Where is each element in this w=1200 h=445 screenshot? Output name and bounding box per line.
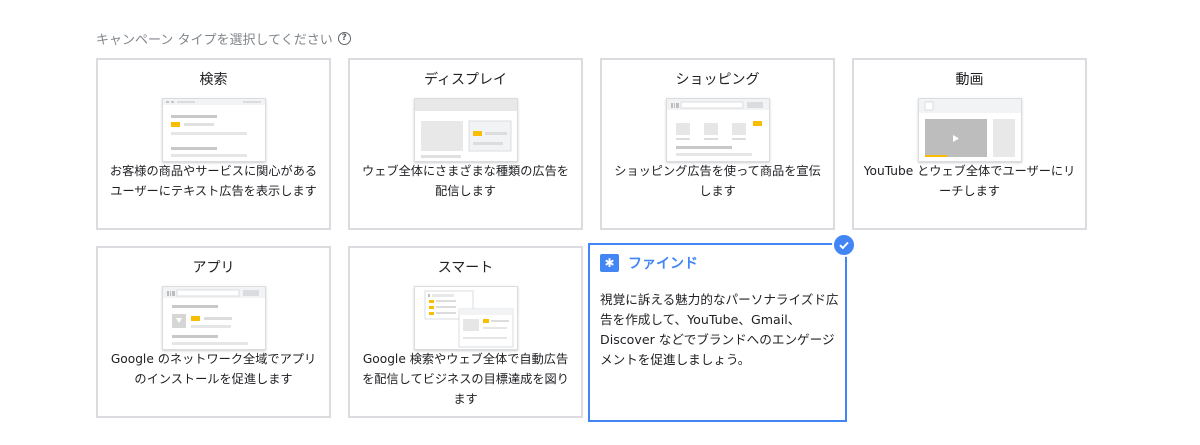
card-title: ショッピング — [675, 72, 760, 88]
campaign-card-display[interactable]: ディスプレイ ウェブ全体にさまざまな種類の広告を配信します — [348, 58, 583, 230]
card-description: YouTube とウェブ全体でユーザーにリーチします — [863, 164, 1076, 198]
card-description: ショッピング広告を使って商品を宣伝します — [614, 164, 821, 198]
card-title: 検索 — [199, 72, 228, 88]
header-title: キャンペーン タイプを選択してください — [96, 33, 333, 48]
card-description: ウェブ全体にさまざまな種類の広告を配信します — [362, 164, 569, 198]
smart-ad-illustration-icon — [413, 286, 518, 350]
campaign-card-search[interactable]: 検索 お客様の商品やサービスに関心があるユーザーにテキスト広告を表示します — [96, 58, 331, 230]
card-title: 動画 — [955, 72, 984, 88]
campaign-card-video[interactable]: 動画 YouTube とウェブ全体でユーザーにリーチします — [852, 58, 1087, 230]
card-description: 視覚に訴える魅力的なパーソナライズド広告を作成して、YouTube、Gmail、… — [600, 292, 839, 367]
card-title: ディスプレイ — [423, 72, 508, 88]
checkmark-icon — [832, 233, 856, 257]
display-ad-illustration-icon — [413, 98, 518, 162]
card-description: お客様の商品やサービスに関心があるユーザーにテキスト広告を表示します — [109, 164, 318, 198]
app-ad-illustration-icon — [161, 286, 266, 350]
campaign-type-header: キャンペーン タイプを選択してください ? — [96, 29, 351, 48]
shopping-ad-illustration-icon — [665, 98, 770, 162]
sparkle-icon: ✱ — [600, 254, 619, 272]
campaign-card-shopping[interactable]: ショッピング ショッピング広告を使って商品を宣伝します — [600, 58, 835, 230]
video-ad-illustration-icon — [917, 98, 1022, 162]
card-description: Google 検索やウェブ全体で自動広告を配信してビジネスの目標達成を図ります — [362, 352, 569, 406]
card-title: アプリ — [192, 260, 235, 276]
search-ad-illustration-icon — [161, 98, 266, 162]
campaign-card-find[interactable]: ✱ ファインド 視覚に訴える魅力的なパーソナライズド広告を作成して、YouTub… — [588, 233, 856, 422]
card-title: スマート — [437, 260, 494, 276]
campaign-card-smart[interactable]: スマート Google 検索やウェブ全体で自動広告を配信してビジネスの目標達成を… — [348, 246, 583, 418]
card-title: ファインド — [628, 256, 698, 272]
card-title-row: ✱ ファインド — [600, 253, 698, 273]
help-icon[interactable]: ? — [337, 32, 351, 45]
card-description: Google のネットワーク全域でアプリのインストールを促進します — [110, 352, 317, 386]
campaign-card-app[interactable]: アプリ Google のネットワーク全域でアプリのインストールを促進します — [96, 246, 331, 418]
